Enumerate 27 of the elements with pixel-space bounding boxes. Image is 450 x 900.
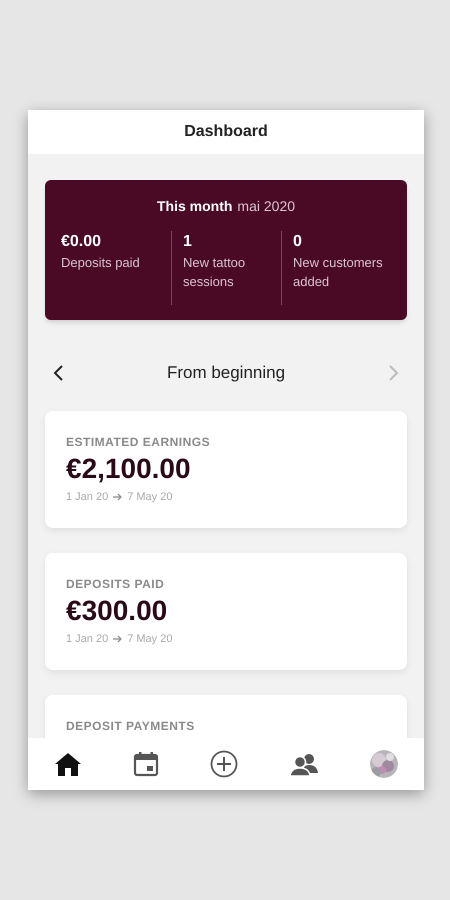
card-amount: €2,100.00: [66, 452, 192, 486]
date-to: 7 May 20: [127, 632, 172, 647]
date-from: 1 Jan 20: [66, 632, 108, 647]
add-icon[interactable]: [210, 750, 238, 778]
card-title: DEPOSIT PAYMENTS: [66, 718, 196, 735]
arrow-right-icon: [113, 493, 122, 502]
summary-month: mai 2020: [237, 197, 296, 216]
stat-value: 1: [183, 232, 193, 252]
card-title: DEPOSITS PAID: [66, 576, 166, 593]
date-to: 7 May 20: [127, 490, 172, 505]
stat-label: New tattoo sessions: [183, 254, 246, 291]
stat-label: New customers added: [293, 254, 384, 291]
summary-title: This month: [156, 197, 232, 216]
card-title: ESTIMATED EARNINGS: [66, 434, 212, 451]
home-icon[interactable]: [54, 751, 82, 777]
screen-title: Dashboard: [184, 122, 268, 142]
stat-value: €0.00: [61, 232, 102, 252]
chevron-right-icon: [387, 364, 399, 382]
stat-label: Deposits paid: [61, 254, 141, 272]
calendar-icon[interactable]: [133, 751, 159, 777]
stat-value: 0: [293, 232, 303, 252]
people-icon[interactable]: [289, 751, 319, 777]
card-amount: €300.00: [66, 594, 168, 628]
chevron-left-icon: [53, 364, 65, 382]
date-from: 1 Jan 20: [66, 490, 108, 505]
arrow-right-icon: [113, 635, 122, 644]
period-label: From beginning: [166, 362, 286, 384]
